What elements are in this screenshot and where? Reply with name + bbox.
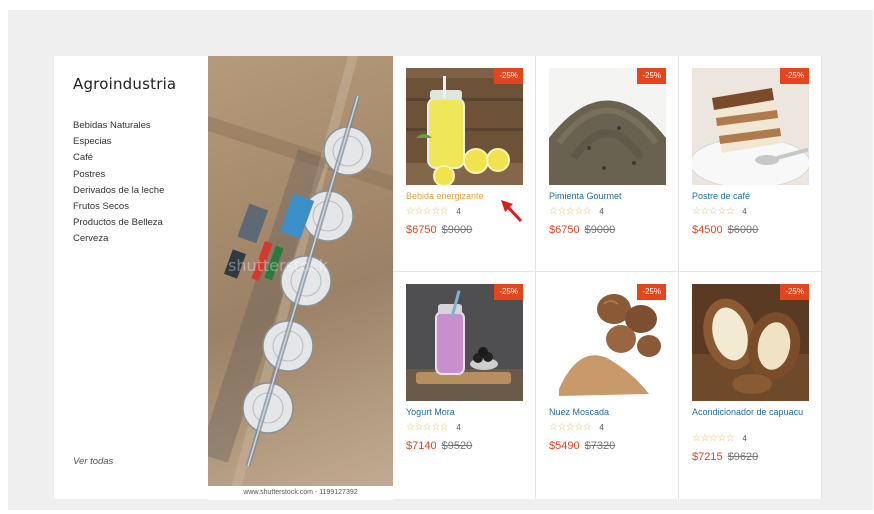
- product-name[interactable]: Yogurt Mora: [406, 407, 526, 418]
- annotation-arrow-icon: [501, 200, 523, 223]
- category-section: Agroindustria Bebidas Naturales Especias…: [54, 56, 822, 500]
- review-count: 4: [742, 434, 747, 443]
- category-link[interactable]: Café: [73, 150, 164, 166]
- category-link[interactable]: Cerveza: [73, 231, 164, 247]
- product-name[interactable]: Pimienta Gourmet: [549, 191, 669, 202]
- product-image-energy-drink[interactable]: -25%: [406, 68, 523, 185]
- product-rating: ☆☆☆☆☆ 4: [692, 433, 747, 444]
- discount-badge: -25%: [637, 68, 666, 84]
- category-sidebar: Agroindustria Bebidas Naturales Especias…: [54, 56, 208, 499]
- product-image-pepper[interactable]: -25%: [549, 68, 666, 185]
- current-price: $6750: [549, 224, 580, 236]
- product-image-blackberry-yogurt[interactable]: -25%: [406, 284, 523, 401]
- category-link[interactable]: Productos de Belleza: [73, 215, 164, 231]
- hero-aerial-image: shutterstock: [208, 56, 393, 499]
- product-name[interactable]: Postre de café: [692, 191, 812, 202]
- star-rating-icon: ☆☆☆☆☆: [406, 422, 449, 433]
- product-card: -25% Bebida energizante ☆☆☆☆☆ 4 $6750 $90…: [393, 56, 536, 272]
- product-name[interactable]: Nuez Moscada: [549, 407, 669, 418]
- star-rating-icon: ☆☆☆☆☆: [692, 433, 735, 444]
- product-grid: -25% Bebida energizante ☆☆☆☆☆ 4 $6750 $90…: [393, 56, 822, 499]
- product-image-coffee-dessert[interactable]: -25%: [692, 68, 809, 185]
- product-name[interactable]: Acondicionador de capuacu: [692, 407, 812, 418]
- product-image-cupuacu[interactable]: -25%: [692, 284, 809, 401]
- product-rating: ☆☆☆☆☆ 4: [549, 422, 604, 433]
- star-rating-icon: ☆☆☆☆☆: [549, 422, 592, 433]
- image-credit: www.shutterstock.com - 1199127392: [208, 486, 393, 500]
- discount-badge: -25%: [780, 68, 809, 84]
- old-price: $9520: [441, 440, 473, 452]
- current-price: $5490: [549, 440, 580, 452]
- discount-badge: -25%: [637, 284, 666, 300]
- old-price: $6000: [727, 224, 759, 236]
- product-rating: ☆☆☆☆☆ 4: [406, 422, 461, 433]
- category-title: Agroindustria: [73, 75, 177, 93]
- current-price: $7140: [406, 440, 437, 452]
- product-image-nutmeg[interactable]: -25%: [549, 284, 666, 401]
- product-price: $7215 $9620: [692, 451, 758, 463]
- product-card: -25% Yogurt Mora ☆☆☆☆☆ 4 $7140 $9520: [393, 272, 536, 499]
- product-card: -25% Pimienta Gourmet ☆☆☆☆☆ 4 $6750 $9000: [536, 56, 679, 272]
- old-price: $9620: [727, 451, 759, 463]
- review-count: 4: [742, 207, 747, 216]
- current-price: $6750: [406, 224, 437, 236]
- product-price: $7140 $9520: [406, 440, 472, 452]
- svg-text:shutterstock: shutterstock: [228, 256, 329, 275]
- category-list: Bebidas Naturales Especias Café Postres …: [73, 118, 164, 248]
- star-rating-icon: ☆☆☆☆☆: [692, 206, 735, 217]
- old-price: $9000: [584, 224, 616, 236]
- see-all-link[interactable]: Ver todas: [73, 456, 113, 467]
- star-rating-icon: ☆☆☆☆☆: [549, 206, 592, 217]
- category-link[interactable]: Especias: [73, 134, 164, 150]
- old-price: $7320: [584, 440, 616, 452]
- review-count: 4: [456, 423, 461, 432]
- product-card: -25% Acondicionador de capuacu ☆☆☆☆☆ 4 $7…: [679, 272, 822, 499]
- category-link[interactable]: Postres: [73, 167, 164, 183]
- category-link[interactable]: Derivados de la leche: [73, 183, 164, 199]
- product-rating: ☆☆☆☆☆ 4: [692, 206, 747, 217]
- product-card: -25% Postre de café ☆☆☆☆☆ 4 $4500 $6000: [679, 56, 822, 272]
- product-card: -25% Nuez Moscada ☆☆☆☆☆ 4 $5490 $7320: [536, 272, 679, 499]
- product-price: $4500 $6000: [692, 224, 758, 236]
- current-price: $7215: [692, 451, 723, 463]
- product-price: $6750 $9000: [549, 224, 615, 236]
- category-link[interactable]: Bebidas Naturales: [73, 118, 164, 134]
- discount-badge: -25%: [494, 284, 523, 300]
- review-count: 4: [599, 423, 604, 432]
- discount-badge: -25%: [780, 284, 809, 300]
- discount-badge: -25%: [494, 68, 523, 84]
- product-rating: ☆☆☆☆☆ 4: [549, 206, 604, 217]
- current-price: $4500: [692, 224, 723, 236]
- product-price: $5490 $7320: [549, 440, 615, 452]
- review-count: 4: [599, 207, 604, 216]
- category-link[interactable]: Frutos Secos: [73, 199, 164, 215]
- aerial-silos-illustration: shutterstock: [208, 56, 393, 499]
- star-rating-icon: ☆☆☆☆☆: [406, 206, 449, 217]
